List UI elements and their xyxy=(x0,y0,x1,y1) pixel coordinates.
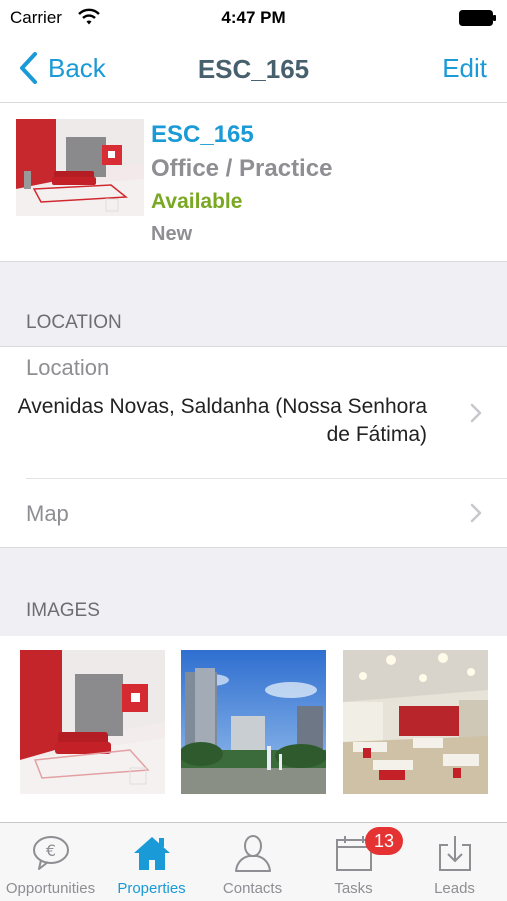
back-button[interactable]: Back xyxy=(18,50,106,86)
status-bar: Carrier 4:47 PM xyxy=(0,0,507,36)
location-value: Avenidas Novas, Saldanha (Nossa Senhora … xyxy=(17,395,427,446)
tab-properties[interactable]: Properties xyxy=(101,823,202,901)
tab-label: Tasks xyxy=(334,880,373,897)
tab-label: Properties xyxy=(117,880,186,897)
property-header: ESC_165 Office / Practice Available New xyxy=(0,103,507,262)
tasks-count-badge: 13 xyxy=(365,827,403,855)
gallery-image-1[interactable] xyxy=(20,650,165,794)
gallery-image-2[interactable] xyxy=(181,650,326,794)
chevron-right-icon xyxy=(470,503,482,523)
clock-label: 4:47 PM xyxy=(221,8,286,27)
tab-tasks[interactable]: 13 Tasks xyxy=(303,823,404,901)
images-gallery xyxy=(0,636,507,822)
map-label: Map xyxy=(26,501,69,526)
chevron-left-icon xyxy=(20,52,37,84)
download-tray-icon xyxy=(438,836,471,871)
availability-status: Available xyxy=(151,190,243,213)
euro-bubble-icon: € xyxy=(32,836,69,870)
tab-bar: € Opportunities Properties Contacts 13 T… xyxy=(0,822,507,901)
tab-opportunities[interactable]: € Opportunities xyxy=(0,823,101,901)
tab-label: Contacts xyxy=(222,880,283,897)
tab-contacts[interactable]: Contacts xyxy=(202,823,303,901)
location-row[interactable]: Avenidas Novas, Saldanha (Nossa Senhora … xyxy=(0,387,507,477)
navigation-bar: Back ESC_165 Edit xyxy=(0,36,507,103)
property-condition: New xyxy=(151,223,193,245)
svg-text:€: € xyxy=(45,841,55,860)
battery-icon xyxy=(459,10,496,26)
tab-leads[interactable]: Leads xyxy=(404,823,505,901)
property-thumbnail[interactable] xyxy=(16,119,144,216)
tab-label: Opportunities xyxy=(5,880,96,897)
map-row[interactable]: Map xyxy=(0,479,507,547)
location-card: Location Avenidas Novas, Saldanha (Nossa… xyxy=(0,346,507,548)
gallery-image-3[interactable] xyxy=(343,650,488,794)
property-type: Office / Practice xyxy=(151,155,333,182)
location-section-header: LOCATION xyxy=(26,312,122,333)
tab-label: Leads xyxy=(434,880,475,897)
person-icon xyxy=(234,835,271,872)
chevron-right-icon xyxy=(470,403,482,423)
edit-button[interactable]: Edit xyxy=(442,53,487,84)
images-section-header: IMAGES xyxy=(26,600,100,621)
property-code: ESC_165 xyxy=(151,121,254,148)
back-label: Back xyxy=(48,52,106,83)
house-icon xyxy=(133,837,170,870)
location-label: Location xyxy=(26,355,110,380)
